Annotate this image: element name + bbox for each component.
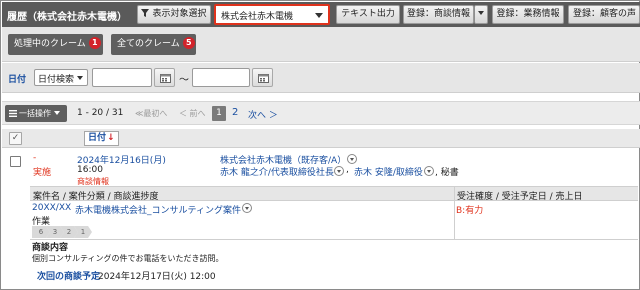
claim-tabs-bar: 処理中のクレーム 1 全てのクレーム 5 <box>2 27 640 62</box>
chevron-down-icon <box>315 13 323 18</box>
display-target-select-button[interactable]: 表示対象選択 <box>137 5 211 24</box>
contact-separator: , <box>346 165 349 175</box>
date-filter-select[interactable]: 日付検索 <box>34 69 88 86</box>
deal-category: 作業 <box>32 217 51 227</box>
date-to-input[interactable] <box>192 68 250 87</box>
tab-processing-claims[interactable]: 処理中のクレーム 1 <box>8 34 103 55</box>
record-range: 1 - 20 / 31 <box>77 108 124 118</box>
bulk-action-button[interactable]: 一括操作 <box>5 105 67 122</box>
first-page-link: ≪最初へ <box>135 109 168 118</box>
sort-date-label: 日付 <box>88 133 107 143</box>
deal-code-link[interactable]: 20XX/XX <box>32 203 71 213</box>
row-contact-link[interactable]: 赤木 龍之介/代表取締役社長 <box>220 165 334 178</box>
row-contact-text: , 秘書 <box>435 168 459 178</box>
register-business-button[interactable]: 登録：業務情報 <box>492 5 564 24</box>
next-meeting-label: 次回の商談予定 <box>37 272 101 282</box>
deal-probability: B:有力 <box>456 206 484 216</box>
notes-text: 個別コンサルティングの件でお電話をいただき訪問。 <box>32 254 224 263</box>
sort-desc-arrow-icon: ↓ <box>107 133 115 143</box>
header-bar: 履歴（株式会社赤木電機） 表示対象選択 株式会社赤木電機 テキスト出力 登録：商… <box>2 2 640 27</box>
table-header: ✓ 日付↓ <box>2 129 640 148</box>
tab-all-count-badge: 5 <box>182 37 195 49</box>
caret-down-icon <box>478 11 484 15</box>
tab-all-label: 全てのクレーム <box>117 39 180 49</box>
deal-table-header: 案件名 / 案件分類 / 商談進捗度 受注確度 / 受注予定日 / 売上日 <box>30 186 638 202</box>
calendar-icon <box>160 74 171 83</box>
deal-column-divider <box>454 186 455 240</box>
row-checkbox[interactable] <box>10 156 21 167</box>
tab-processing-count-badge: 1 <box>88 37 101 49</box>
next-page-link[interactable]: 次へ ＞ <box>248 108 278 121</box>
deal-name-link[interactable]: 赤木電機株式会社_コンサルティング案件 <box>75 203 241 216</box>
date-filter-select-value: 日付検索 <box>38 75 75 85</box>
deal-menu-chevron-icon[interactable] <box>242 203 252 213</box>
prev-page-link: ＜ 前へ <box>179 109 206 118</box>
date-to-calendar-button[interactable] <box>252 68 273 87</box>
date-filter-label: 日付 <box>8 75 27 85</box>
select-all-checkbox[interactable]: ✓ <box>9 132 22 145</box>
contact-menu-chevron-icon[interactable] <box>334 166 344 176</box>
page-title: 履歴（株式会社赤木電機） <box>7 12 127 23</box>
window-frame: 履歴（株式会社赤木電機） 表示対象選択 株式会社赤木電機 テキスト出力 登録：商… <box>0 0 640 290</box>
date-from-calendar-button[interactable] <box>154 68 175 87</box>
calendar-icon <box>258 74 269 83</box>
display-target-select-label: 表示対象選択 <box>152 9 207 19</box>
company-menu-chevron-icon[interactable] <box>347 154 357 164</box>
company-select-value: 株式会社赤木電機 <box>221 12 294 22</box>
list-icon <box>9 110 17 117</box>
next-meeting-value: 2024年12月17日(火) 12:00 <box>98 272 216 282</box>
contact-menu-chevron-icon[interactable] <box>424 166 434 176</box>
deal-header-left: 案件名 / 案件分類 / 商談進捗度 <box>33 192 159 202</box>
row-status: 実施 <box>33 168 52 178</box>
filter-icon <box>141 9 150 17</box>
tab-all-claims[interactable]: 全てのクレーム 5 <box>111 34 196 55</box>
caret-down-icon <box>54 111 60 115</box>
chevron-down-icon <box>77 76 83 80</box>
pager-bar: 一括操作 1 - 20 / 31 ≪最初へ ＜ 前へ 1 2 次へ ＞ <box>2 101 640 125</box>
date-from-input[interactable] <box>92 68 152 87</box>
date-range-separator: 〜 <box>179 75 189 86</box>
tab-processing-label: 処理中のクレーム <box>14 39 86 49</box>
row-contact-link[interactable]: 赤木 安隆/取締役 <box>354 165 423 178</box>
sort-by-date-button[interactable]: 日付↓ <box>84 131 119 146</box>
notes-label: 商談内容 <box>32 243 69 253</box>
register-deal-button[interactable]: 登録：商談情報 <box>403 5 474 24</box>
text-output-button[interactable]: テキスト出力 <box>336 5 400 24</box>
deal-header-right: 受注確度 / 受注予定日 / 売上日 <box>457 192 583 202</box>
date-filter-bar: 日付 日付検索 〜 <box>2 63 640 93</box>
page-2-link[interactable]: 2 <box>232 107 238 118</box>
register-voice-button[interactable]: 登録：顧客の声 <box>568 5 640 24</box>
deal-table-bottom-border <box>30 239 638 240</box>
current-page: 1 <box>212 106 226 121</box>
register-dropdown-button[interactable] <box>474 5 488 24</box>
bulk-action-label: 一括操作 <box>19 109 51 118</box>
company-select[interactable]: 株式会社赤木電機 <box>214 4 330 25</box>
row-priority: - <box>33 153 37 163</box>
row-time: 16:00 <box>77 165 103 175</box>
